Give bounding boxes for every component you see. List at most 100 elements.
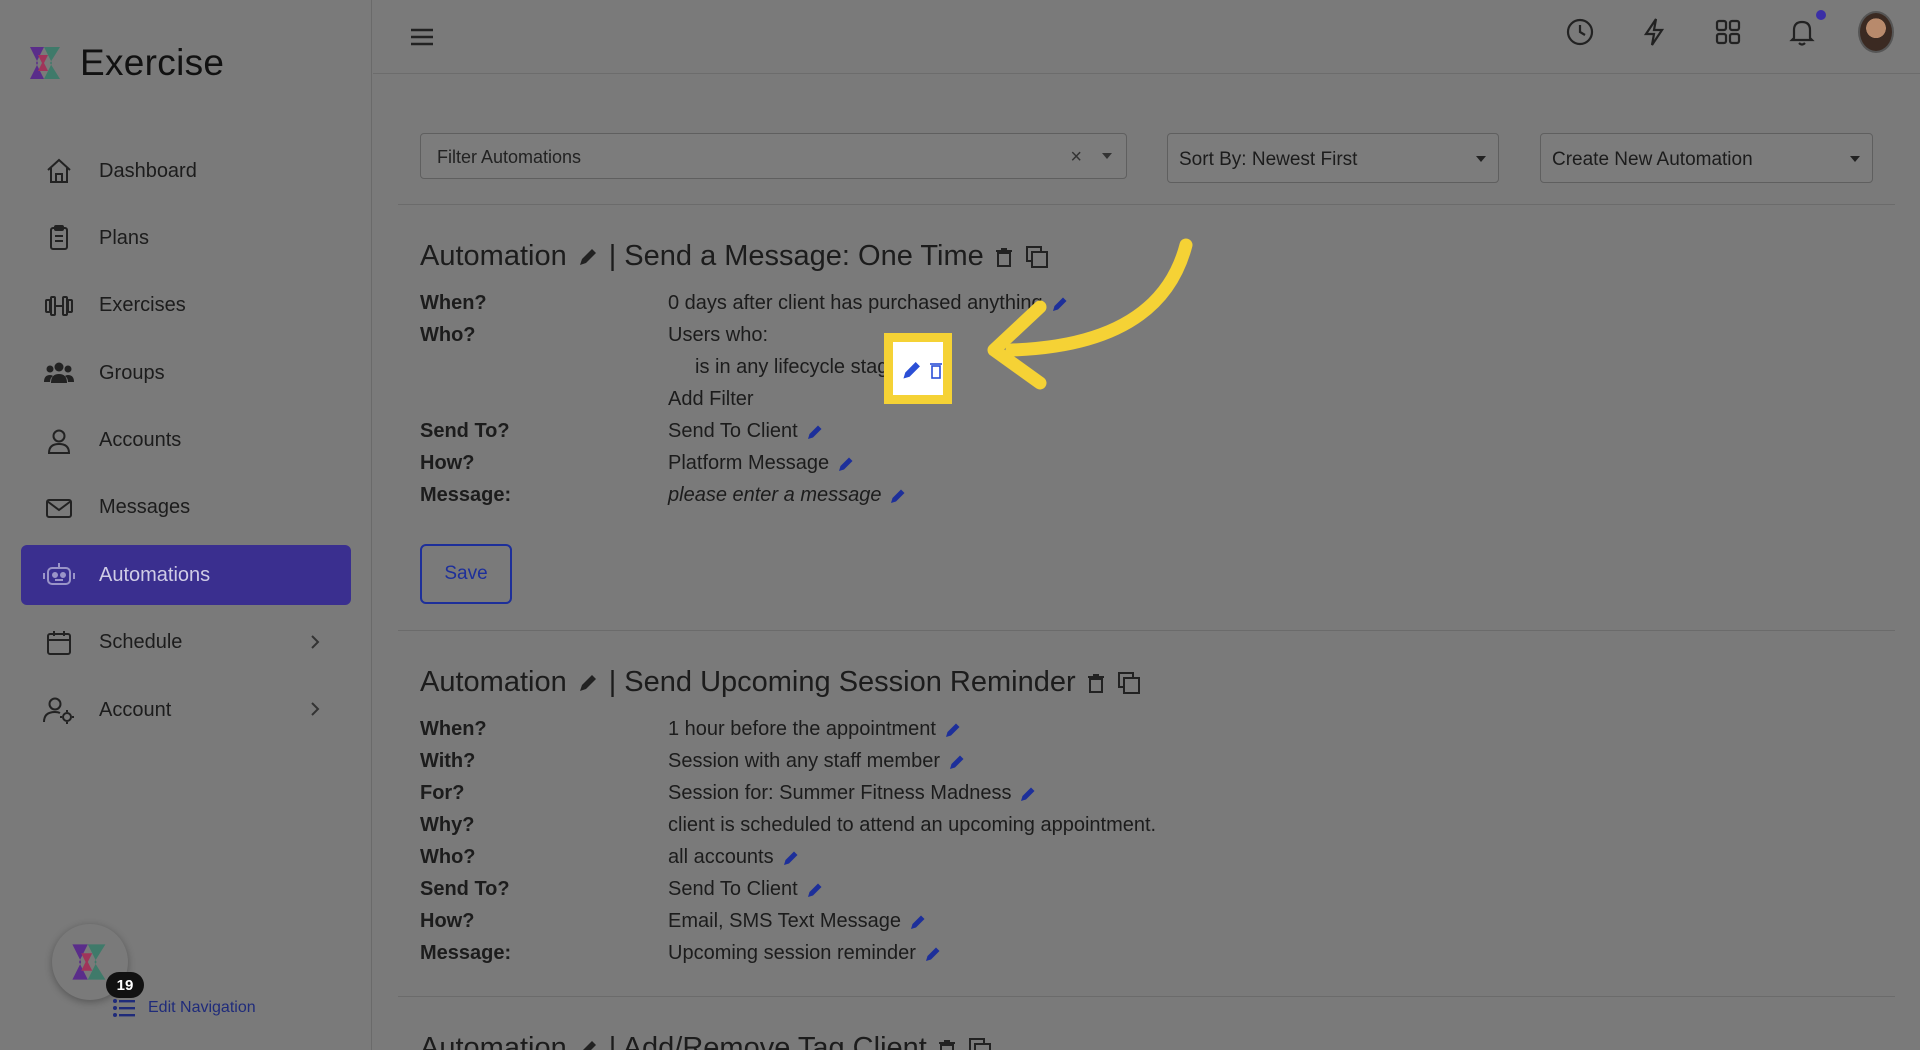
caret-down-icon	[1850, 156, 1860, 162]
sidebar: Exercise Dashboard Plans Exercises Group…	[0, 0, 372, 1050]
clock-icon[interactable]	[1562, 14, 1598, 50]
filter-automations-select[interactable]: Filter Automations ×	[420, 133, 1127, 179]
sort-select-label: Sort By: Newest First	[1179, 149, 1358, 170]
row-label: With?	[420, 750, 476, 772]
edit-pencil-icon[interactable]	[577, 672, 599, 694]
row-value: all accounts	[668, 846, 800, 869]
add-filter-link[interactable]: Add Filter	[668, 388, 754, 411]
edit-pencil-icon[interactable]	[806, 881, 824, 899]
list-icon	[113, 999, 135, 1017]
row-value: please enter a message	[668, 484, 907, 507]
sidebar-item-label: Accounts	[99, 429, 182, 452]
edit-pencil-icon[interactable]	[837, 455, 855, 473]
row-label: Who?	[420, 846, 476, 868]
sidebar-item-accounts[interactable]: Accounts	[21, 411, 351, 471]
row-label: For?	[420, 782, 465, 804]
automation-prefix: Automation	[420, 1032, 567, 1050]
menu-icon[interactable]	[408, 23, 436, 51]
brand-logo[interactable]: Exercise	[26, 42, 224, 84]
trash-icon[interactable]	[929, 360, 943, 380]
sidebar-item-messages[interactable]: Messages	[21, 478, 351, 538]
row-label: How?	[420, 452, 475, 474]
automation-title: Automation | Send Upcoming Session Remin…	[420, 666, 1142, 699]
user-gear-icon	[41, 692, 77, 728]
edit-navigation-label: Edit Navigation	[148, 999, 256, 1016]
edit-pencil-icon[interactable]	[577, 246, 599, 268]
edit-pencil-icon[interactable]	[1019, 785, 1037, 803]
logo-icon	[30, 47, 60, 79]
sidebar-item-schedule[interactable]: Schedule	[21, 613, 351, 673]
edit-pencil-icon[interactable]	[944, 721, 962, 739]
row-label: Who?	[420, 324, 476, 346]
row-label: When?	[420, 718, 487, 740]
copy-icon[interactable]	[967, 1036, 993, 1050]
avatar[interactable]	[1858, 11, 1894, 53]
annotation-arrow-icon	[987, 238, 1193, 390]
edit-pencil-icon[interactable]	[924, 945, 942, 963]
row-value: Platform Message	[668, 452, 855, 475]
sidebar-item-plans[interactable]: Plans	[21, 208, 351, 268]
row-label: Message:	[420, 942, 512, 964]
copy-icon[interactable]	[1116, 670, 1142, 696]
trash-icon[interactable]	[937, 1038, 957, 1050]
row-value: Send To Client	[668, 878, 824, 901]
app-name: Exercise	[80, 42, 225, 83]
create-automation-select[interactable]: Create New Automation	[1540, 133, 1873, 183]
dumbbell-icon	[41, 288, 77, 324]
apps-grid-icon[interactable]	[1710, 14, 1746, 50]
sidebar-item-label: Schedule	[99, 631, 183, 654]
robot-icon	[41, 557, 77, 593]
edit-pencil-icon[interactable]	[901, 359, 923, 381]
lightning-icon[interactable]	[1636, 14, 1672, 50]
filter-placeholder: Filter Automations	[437, 147, 582, 167]
automation-prefix: Automation	[420, 240, 567, 272]
edit-pencil-icon[interactable]	[889, 487, 907, 505]
divider	[398, 204, 1895, 205]
sidebar-nav: Dashboard Plans Exercises Groups Account…	[21, 141, 351, 748]
edit-pencil-icon[interactable]	[909, 913, 927, 931]
row-label: How?	[420, 910, 475, 932]
edit-pencil-icon[interactable]	[948, 753, 966, 771]
chevron-right-icon	[311, 635, 320, 649]
caret-down-icon	[1476, 156, 1486, 162]
sidebar-item-account[interactable]: Account	[21, 680, 351, 740]
edit-pencil-icon[interactable]	[782, 849, 800, 867]
filter-condition: is in any lifecycle stage	[695, 356, 900, 378]
edit-navigation-link[interactable]: Edit Navigation	[112, 997, 256, 1019]
chevron-right-icon	[311, 702, 320, 716]
sidebar-item-dashboard[interactable]: Dashboard	[21, 141, 351, 201]
automation-name: | Send a Message: One Time	[608, 240, 984, 272]
save-button[interactable]: Save	[420, 544, 512, 604]
sidebar-item-exercises[interactable]: Exercises	[21, 276, 351, 336]
sidebar-item-label: Dashboard	[99, 159, 197, 182]
clipboard-icon	[41, 220, 77, 256]
highlighted-edit-filter[interactable]	[884, 333, 952, 404]
home-icon	[41, 153, 77, 189]
create-automation-label: Create New Automation	[1552, 149, 1753, 170]
logo-icon	[72, 944, 106, 980]
edit-pencil-icon[interactable]	[806, 423, 824, 441]
trash-icon[interactable]	[1086, 672, 1106, 694]
clear-filter-button[interactable]: ×	[1070, 146, 1082, 169]
row-value: Users who:	[668, 324, 769, 346]
notification-dot	[1816, 10, 1826, 20]
sidebar-item-label: Account	[99, 698, 172, 721]
bell-icon[interactable]	[1784, 10, 1826, 50]
caret-down-icon	[1102, 153, 1112, 159]
automation-prefix: Automation	[420, 666, 567, 698]
automation-name: | Send Upcoming Session Reminder	[608, 666, 1076, 698]
sidebar-item-label: Exercises	[99, 294, 186, 317]
edit-pencil-icon[interactable]	[577, 1038, 599, 1050]
sidebar-item-label: Groups	[99, 361, 165, 384]
row-value: Session for: Summer Fitness Madness	[668, 782, 1037, 805]
row-value: Upcoming session reminder	[668, 942, 942, 965]
sort-select[interactable]: Sort By: Newest First	[1167, 133, 1499, 183]
sidebar-item-automations[interactable]: Automations	[21, 545, 351, 606]
row-label: Send To?	[420, 420, 510, 442]
sidebar-item-label: Messages	[99, 496, 191, 519]
row-label: When?	[420, 292, 487, 314]
row-value: Email, SMS Text Message	[668, 910, 927, 933]
row-value: Session with any staff member	[668, 750, 966, 773]
row-value: Send To Client	[668, 420, 824, 443]
sidebar-item-groups[interactable]: Groups	[21, 343, 351, 403]
